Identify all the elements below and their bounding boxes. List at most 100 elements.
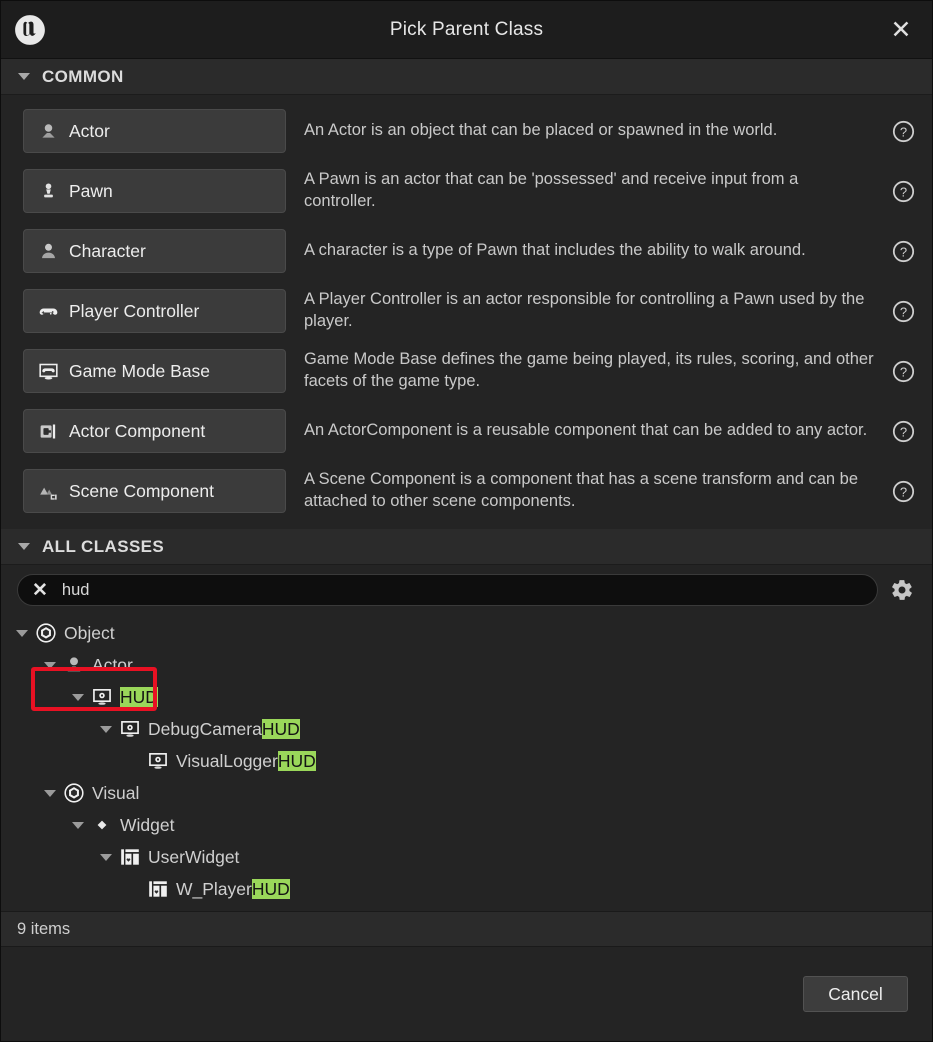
user-widget-icon [145, 877, 171, 901]
chevron-down-icon[interactable] [39, 789, 61, 797]
tree-row-label: Actor [92, 655, 133, 676]
search-box[interactable]: ✕ [17, 574, 878, 606]
class-button-label: Actor [69, 120, 110, 141]
chevron-down-icon[interactable] [95, 725, 117, 733]
gamepad-icon [36, 299, 60, 323]
all-classes-section-title: ALL CLASSES [42, 536, 165, 556]
help-circle-icon[interactable]: ? [886, 414, 920, 448]
tree-row-match: HUD [251, 878, 290, 899]
dialog-footer: Cancel [1, 947, 932, 1041]
class-description: An Actor is an object that can be placed… [304, 121, 778, 140]
svg-text:?: ? [899, 484, 906, 499]
chevron-down-icon[interactable] [95, 853, 117, 861]
class-description: A Player Controller is an actor responsi… [304, 290, 865, 330]
help-circle-icon[interactable]: ? [886, 174, 920, 208]
actor-icon [61, 653, 87, 677]
tree-row-label: UserWidget [148, 847, 239, 868]
class-button-player-controller[interactable]: Player Controller [23, 289, 286, 333]
tree-row-text: W_Player [176, 878, 252, 899]
help-circle-icon[interactable]: ? [886, 294, 920, 328]
svg-text:?: ? [899, 124, 906, 139]
item-count-label: 9 items [17, 919, 71, 938]
clear-x-icon[interactable]: ✕ [32, 581, 48, 600]
chevron-down-icon[interactable] [11, 629, 33, 637]
dialog-title: Pick Parent Class [389, 18, 544, 40]
hud-icon [145, 749, 171, 773]
actor-icon [36, 119, 60, 143]
tree-row-text: Widget [120, 814, 175, 835]
common-section-header[interactable]: COMMON [1, 59, 932, 95]
search-input[interactable] [61, 580, 863, 600]
tree-row[interactable]: Object [1, 617, 932, 649]
svg-text:?: ? [899, 244, 906, 259]
tree-row-text: Actor [92, 654, 133, 675]
common-section-title: COMMON [42, 66, 124, 86]
tree-row[interactable]: UserWidget [1, 841, 932, 873]
class-button-pawn[interactable]: Pawn [23, 169, 286, 213]
close-icon[interactable]: ✕ [870, 1, 932, 58]
tree-row[interactable]: HUD [1, 681, 932, 713]
chevron-down-icon[interactable] [67, 821, 89, 829]
tree-row-label: Visual [92, 783, 139, 804]
class-button-character[interactable]: Character [23, 229, 286, 273]
class-description: A Pawn is an actor that can be 'possesse… [304, 170, 799, 210]
class-button-label: Game Mode Base [69, 360, 211, 381]
tree-row[interactable]: Actor [1, 649, 932, 681]
tree-row-text: Visual [92, 782, 140, 803]
tree-row-label: W_PlayerHUD [176, 878, 290, 900]
class-description: An ActorComponent is a reusable componen… [304, 421, 868, 440]
class-button-label: Player Controller [69, 300, 200, 321]
class-button-actor-component[interactable]: Actor Component [23, 409, 286, 453]
cancel-button[interactable]: Cancel [803, 976, 908, 1012]
object-icon [61, 781, 87, 805]
class-button-actor[interactable]: Actor [23, 109, 286, 153]
game-mode-icon [36, 359, 60, 383]
tree-row-label: VisualLoggerHUD [176, 750, 316, 772]
tree-row[interactable]: VisualLoggerHUD [1, 745, 932, 777]
tree-row-text: DebugCamera [148, 718, 262, 739]
common-classes-list: Actor An Actor is an object that can be p… [1, 95, 932, 529]
class-button-scene-component[interactable]: Scene Component [23, 469, 286, 513]
class-description: A Scene Component is a component that ha… [304, 470, 859, 510]
class-description: Game Mode Base defines the game being pl… [304, 350, 874, 390]
tree-row[interactable]: Widget [1, 809, 932, 841]
gear-icon[interactable] [882, 573, 922, 607]
pawn-icon [36, 179, 60, 203]
class-description: A character is a type of Pawn that inclu… [304, 241, 806, 260]
tree-row-label: Object [64, 623, 115, 644]
tree-row-match: HUD [261, 718, 300, 739]
common-class-row: Pawn A Pawn is an actor that can be 'poss… [1, 161, 932, 221]
common-class-row: Player Controller A Player Controller is … [1, 281, 932, 341]
search-row: ✕ [1, 565, 932, 615]
chevron-down-icon [18, 543, 30, 550]
common-class-row: Actor Component An ActorComponent is a re… [1, 401, 932, 461]
class-button-game-mode-base[interactable]: Game Mode Base [23, 349, 286, 393]
tree-row-text: Object [64, 622, 115, 643]
all-classes-section-header[interactable]: ALL CLASSES [1, 529, 932, 565]
item-count-bar: 9 items [1, 911, 932, 947]
title-bar: Pick Parent Class ✕ [1, 1, 932, 59]
help-circle-icon[interactable]: ? [886, 234, 920, 268]
actor-component-icon [36, 419, 60, 443]
chevron-down-icon[interactable] [39, 661, 61, 669]
svg-text:?: ? [899, 364, 906, 379]
help-circle-icon[interactable]: ? [886, 474, 920, 508]
scene-component-icon [36, 479, 60, 503]
svg-text:?: ? [899, 304, 906, 319]
common-class-row: Character A character is a type of Pawn t… [1, 221, 932, 281]
tree-row[interactable]: Visual [1, 777, 932, 809]
help-circle-icon[interactable]: ? [886, 354, 920, 388]
pick-parent-class-dialog: Pick Parent Class ✕ COMMON Actor An Actor… [0, 0, 933, 1042]
help-circle-icon[interactable]: ? [886, 114, 920, 148]
tree-row[interactable]: W_PlayerHUD [1, 873, 932, 905]
class-button-label: Scene Component [69, 480, 214, 501]
tree-row-label: HUD [120, 686, 158, 708]
chevron-down-icon[interactable] [67, 693, 89, 701]
class-button-label: Character [69, 240, 146, 261]
common-class-row: Game Mode Base Game Mode Base defines the… [1, 341, 932, 401]
unreal-engine-logo-icon [7, 7, 53, 53]
chevron-down-icon [18, 73, 30, 80]
hud-icon [117, 717, 143, 741]
common-class-row: Actor An Actor is an object that can be p… [1, 101, 932, 161]
tree-row[interactable]: DebugCameraHUD [1, 713, 932, 745]
